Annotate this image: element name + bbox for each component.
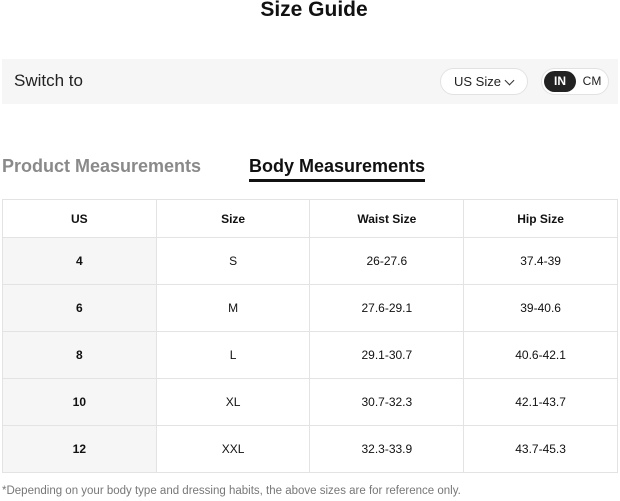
us-size-cell: 12 — [2, 425, 157, 473]
size-table: US Size Waist Size Hip Size 4 S 26-27.6 … — [2, 199, 618, 473]
size-cell: S — [155, 237, 311, 285]
column-header: US — [2, 199, 157, 238]
us-size-cell: 4 — [2, 237, 157, 285]
hip-cell: 39-40.6 — [463, 284, 618, 332]
hip-cell: 43.7-45.3 — [463, 425, 618, 473]
table-header-row: US Size Waist Size Hip Size — [2, 199, 618, 238]
waist-cell: 32.3-33.9 — [309, 425, 465, 473]
column-header: Size — [155, 199, 311, 238]
table-row: 4 S 26-27.6 37.4-39 — [2, 237, 618, 285]
waist-cell: 26-27.6 — [309, 237, 465, 285]
size-cell: L — [155, 331, 311, 379]
column-header: Waist Size — [309, 199, 465, 238]
us-size-cell: 6 — [2, 284, 157, 332]
tab-body-measurements[interactable]: Body Measurements — [249, 156, 425, 177]
column-header: Hip Size — [463, 199, 618, 238]
us-size-cell: 8 — [2, 331, 157, 379]
chevron-down-icon — [504, 75, 515, 86]
hip-cell: 40.6-42.1 — [463, 331, 618, 379]
size-cell: M — [155, 284, 311, 332]
waist-cell: 30.7-32.3 — [309, 378, 465, 426]
page-title: Size Guide — [260, 0, 368, 21]
size-cell: XXL — [155, 425, 311, 473]
unit-cm-button[interactable]: CM — [578, 71, 606, 92]
table-row: 8 L 29.1-30.7 40.6-42.1 — [2, 331, 618, 379]
waist-cell: 29.1-30.7 — [309, 331, 465, 379]
unit-switch-bar: Switch to US Size IN CM — [2, 59, 618, 104]
unit-in-button[interactable]: IN — [544, 71, 576, 92]
size-cell: XL — [155, 378, 311, 426]
table-row: 12 XXL 32.3-33.9 43.7-45.3 — [2, 425, 618, 473]
waist-cell: 27.6-29.1 — [309, 284, 465, 332]
size-system-select[interactable]: US Size — [440, 68, 528, 95]
table-row: 10 XL 30.7-32.3 42.1-43.7 — [2, 378, 618, 426]
hip-cell: 42.1-43.7 — [463, 378, 618, 426]
switch-label: Switch to — [14, 71, 83, 90]
hip-cell: 37.4-39 — [463, 237, 618, 285]
size-system-value: US Size — [454, 74, 501, 89]
reference-footnote: *Depending on your body type and dressin… — [2, 485, 461, 497]
us-size-cell: 10 — [2, 378, 157, 426]
tab-product-measurements[interactable]: Product Measurements — [2, 156, 201, 177]
unit-toggle: IN CM — [541, 68, 609, 95]
active-tab-indicator — [249, 179, 425, 182]
table-row: 6 M 27.6-29.1 39-40.6 — [2, 284, 618, 332]
